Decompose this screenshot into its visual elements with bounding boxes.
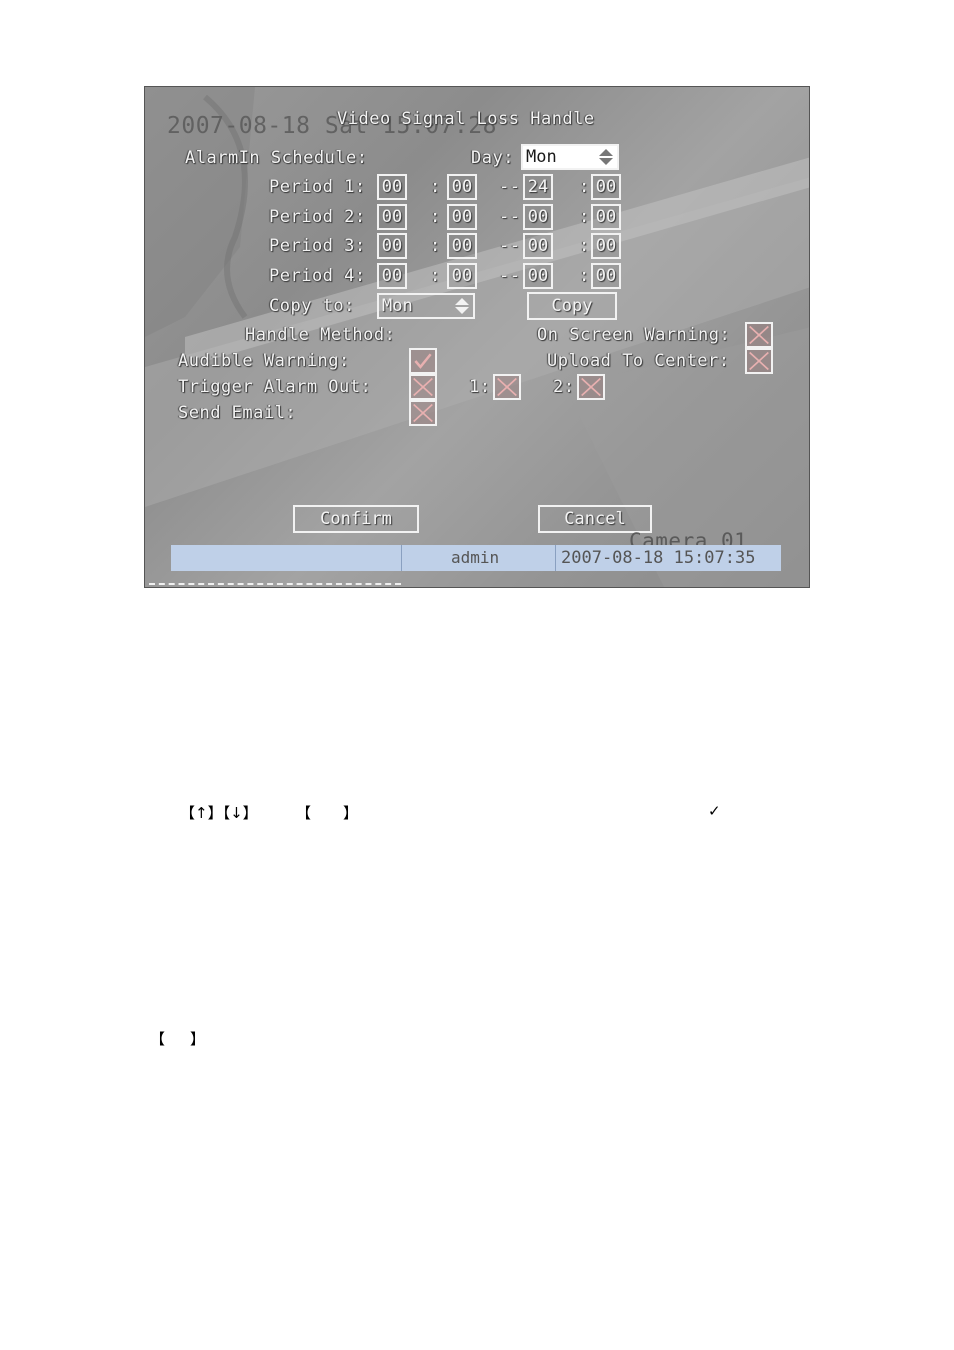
- status-divider: [555, 545, 556, 571]
- end-minute-field[interactable]: 00: [591, 233, 621, 259]
- day-select[interactable]: Mon: [521, 144, 619, 170]
- colon-separator: :: [579, 236, 590, 256]
- period-label: Period 3:: [269, 236, 366, 256]
- alarm-out-2-label: 2:: [553, 377, 575, 397]
- checkmark-symbol: ✓: [708, 802, 721, 820]
- end-hour-field[interactable]: 24: [523, 174, 553, 200]
- bracket-left: 【: [150, 1030, 166, 1048]
- confirm-button[interactable]: Confirm: [293, 505, 419, 533]
- cross-icon: [581, 377, 601, 397]
- dash-separator: --: [499, 266, 521, 286]
- colon-separator: :: [579, 207, 590, 227]
- updown-arrow-icon: [455, 298, 469, 314]
- audible-warning-label: Audible Warning:: [178, 351, 350, 371]
- colon-separator: :: [430, 177, 441, 197]
- end-minute-field[interactable]: 00: [591, 174, 621, 200]
- cross-icon: [413, 403, 433, 423]
- end-hour-field[interactable]: 00: [523, 263, 553, 289]
- status-bar: admin 2007-08-18 15:07:35: [171, 545, 781, 571]
- cross-icon: [749, 325, 769, 345]
- dash-separator: --: [499, 236, 521, 256]
- key-arrows-text: 【↑】【↓】: [180, 804, 258, 822]
- bottom-dash-line: [149, 583, 401, 585]
- day-label: Day:: [471, 148, 514, 168]
- upload-to-center-checkbox[interactable]: [745, 348, 773, 374]
- audible-warning-checkbox[interactable]: [409, 348, 437, 374]
- end-minute-field[interactable]: 00: [591, 204, 621, 230]
- send-email-checkbox[interactable]: [409, 400, 437, 426]
- copy-to-select[interactable]: Mon: [377, 293, 475, 319]
- alarm-out-2-checkbox[interactable]: [577, 374, 605, 400]
- on-screen-warning-label: On Screen Warning:: [537, 325, 731, 345]
- colon-separator: :: [430, 236, 441, 256]
- start-minute-field[interactable]: 00: [447, 174, 477, 200]
- updown-arrow-icon: [599, 149, 613, 165]
- handle-method-label: Handle Method:: [245, 325, 396, 345]
- bracket-right: 】: [190, 1030, 206, 1048]
- day-select-value: Mon: [526, 147, 557, 167]
- period-label: Period 2:: [269, 207, 366, 227]
- period-label: Period 4:: [269, 266, 366, 286]
- trigger-alarm-out-label: Trigger Alarm Out:: [178, 377, 372, 397]
- end-hour-field[interactable]: 00: [523, 204, 553, 230]
- bracket-right: 】: [343, 804, 359, 822]
- cross-icon: [413, 377, 433, 397]
- alarm-out-1-checkbox[interactable]: [493, 374, 521, 400]
- end-minute-field[interactable]: 00: [591, 263, 621, 289]
- status-divider: [401, 545, 402, 571]
- trigger-alarm-out-checkbox[interactable]: [409, 374, 437, 400]
- start-hour-field[interactable]: 00: [377, 174, 407, 200]
- cross-icon: [749, 351, 769, 371]
- copy-to-label: Copy to:: [269, 296, 355, 316]
- checkmark-icon: [414, 353, 432, 369]
- dash-separator: --: [499, 177, 521, 197]
- bracket-left: 【: [296, 804, 312, 822]
- start-hour-field[interactable]: 00: [377, 204, 407, 230]
- dvr-screen: 2007-08-18 Sat 15:07:28 Video Signal Los…: [144, 86, 810, 588]
- page-title: Video Signal Loss Handle: [337, 109, 595, 129]
- start-hour-field[interactable]: 00: [377, 263, 407, 289]
- colon-separator: :: [430, 266, 441, 286]
- start-minute-field[interactable]: 00: [447, 263, 477, 289]
- end-hour-field[interactable]: 00: [523, 233, 553, 259]
- copy-to-value: Mon: [382, 296, 413, 316]
- colon-separator: :: [579, 177, 590, 197]
- send-email-label: Send Email:: [178, 403, 297, 423]
- alarm-out-1-label: 1:: [469, 377, 491, 397]
- status-user: admin: [451, 548, 500, 567]
- schedule-label: AlarmIn Schedule:: [185, 148, 368, 168]
- colon-separator: :: [579, 266, 590, 286]
- on-screen-warning-checkbox[interactable]: [745, 322, 773, 348]
- start-minute-field[interactable]: 00: [447, 233, 477, 259]
- copy-button[interactable]: Copy: [527, 292, 617, 320]
- start-hour-field[interactable]: 00: [377, 233, 407, 259]
- upload-to-center-label: Upload To Center:: [547, 351, 730, 371]
- status-datetime: 2007-08-18 15:07:35: [561, 548, 756, 568]
- colon-separator: :: [430, 207, 441, 227]
- start-minute-field[interactable]: 00: [447, 204, 477, 230]
- dash-separator: --: [499, 207, 521, 227]
- cross-icon: [497, 377, 517, 397]
- period-label: Period 1:: [269, 177, 366, 197]
